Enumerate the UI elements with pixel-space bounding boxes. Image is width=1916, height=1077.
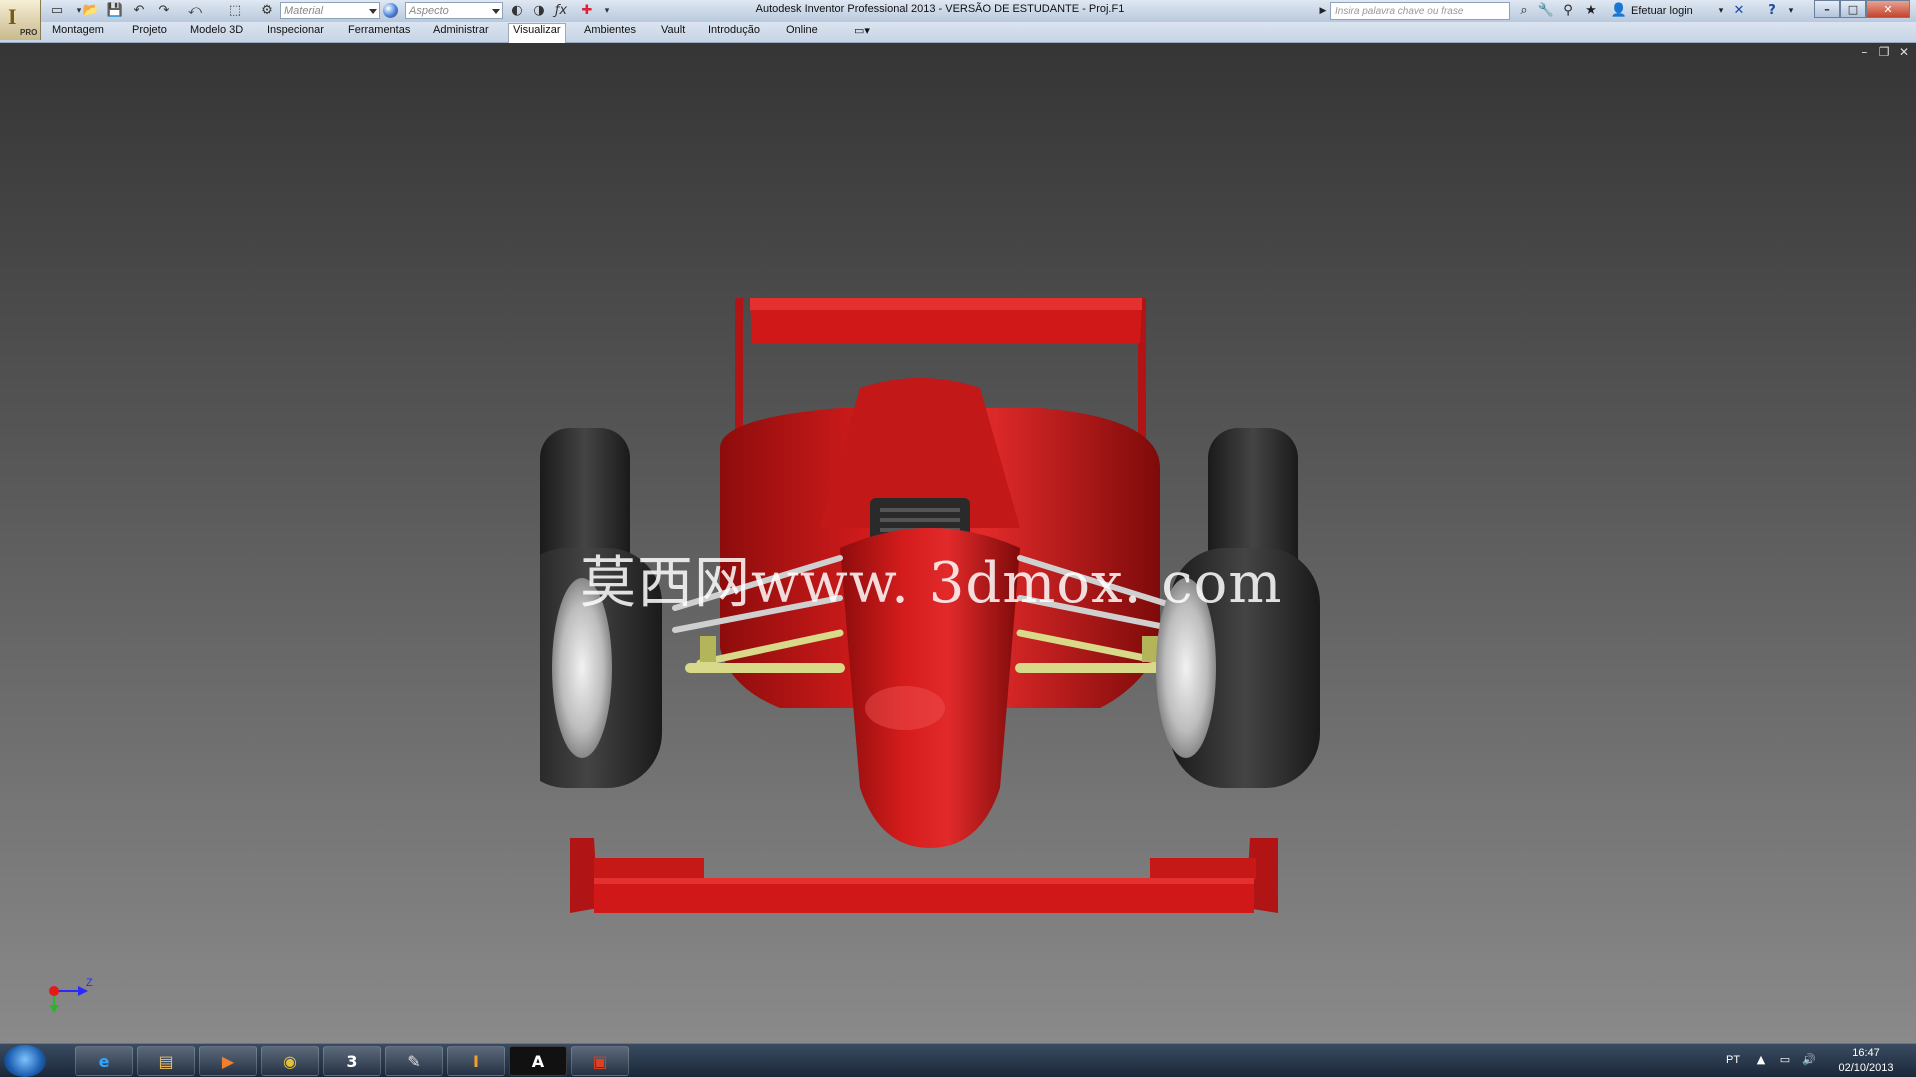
return-icon[interactable]: ⤺: [186, 3, 204, 19]
new-icon[interactable]: ▭: [48, 3, 66, 19]
login-link[interactable]: Efetuar login: [1631, 5, 1693, 17]
material-combo[interactable]: Material: [280, 2, 380, 19]
clock-date[interactable]: 02/10/2013: [1830, 1062, 1902, 1074]
autocad-icon[interactable]: A: [509, 1046, 567, 1076]
clear-appearance-icon[interactable]: ◑: [530, 3, 548, 19]
internet-explorer-icon[interactable]: e: [75, 1046, 133, 1076]
language-indicator[interactable]: PT: [1726, 1054, 1740, 1066]
chevron-down-icon: [369, 9, 377, 14]
start-button[interactable]: [4, 1045, 46, 1077]
material-combo-text: Material: [284, 5, 324, 17]
undo-icon[interactable]: ↶: [130, 3, 148, 19]
tab-visualizar[interactable]: Visualizar: [508, 23, 566, 43]
view-axis-triad-icon: [49, 986, 88, 1013]
chevron-down-icon[interactable]: ▾: [1782, 3, 1800, 19]
search-input[interactable]: [1330, 2, 1510, 20]
doc-close-icon[interactable]: ✕: [1896, 45, 1912, 59]
open-icon[interactable]: 📂: [82, 3, 100, 19]
satellite-icon[interactable]: ⚲: [1559, 3, 1577, 19]
appearance-combo-text: Aspecto: [409, 5, 449, 17]
paint-icon[interactable]: ✎: [385, 1046, 443, 1076]
tab-montagem[interactable]: Montagem: [48, 24, 108, 41]
network-icon[interactable]: ▭: [1778, 1053, 1792, 1067]
ribbon-options-icon[interactable]: ▭▾: [850, 24, 874, 41]
clock-time[interactable]: 16:47: [1836, 1047, 1896, 1059]
media-player-icon[interactable]: ▶: [199, 1046, 257, 1076]
user-icon[interactable]: 👤: [1610, 3, 1628, 19]
inventor-logo-icon: I: [8, 4, 17, 29]
edition-badge: PRO: [20, 28, 38, 37]
ribbon-tab-bar: Montagem Projeto Modelo 3D Inspecionar F…: [0, 22, 1916, 43]
tray-expand-icon[interactable]: ▲: [1754, 1053, 1768, 1067]
file-explorer-icon[interactable]: ▤: [137, 1046, 195, 1076]
doc-restore-icon[interactable]: ❐: [1876, 45, 1892, 59]
maximize-button[interactable]: □: [1840, 0, 1866, 18]
parameters-icon[interactable]: ƒx: [552, 3, 570, 19]
appearance-combo[interactable]: Aspecto: [405, 2, 503, 19]
chevron-down-icon: [492, 9, 500, 14]
help-icon[interactable]: ?: [1763, 3, 1781, 19]
chrome-icon[interactable]: ◉: [261, 1046, 319, 1076]
update-icon[interactable]: ⚙: [258, 3, 276, 19]
tab-projeto[interactable]: Projeto: [128, 24, 171, 41]
watermark-text: 莫西网www. 3dmox. com: [580, 551, 1283, 616]
minimize-button[interactable]: –: [1814, 0, 1840, 18]
chevron-down-icon[interactable]: ▾: [1712, 3, 1730, 19]
inventor-icon[interactable]: I: [447, 1046, 505, 1076]
front-wing: [570, 838, 1278, 913]
3ds-max-icon[interactable]: 3: [323, 1046, 381, 1076]
window-title: Autodesk Inventor Professional 2013 - VE…: [755, 3, 1125, 15]
title-bar: I PRO ▭ ▾ 📂 💾 ↶ ↷ ⤺ ⬚ ⚙ Material Aspecto…: [0, 0, 1916, 40]
redo-icon[interactable]: ↷: [155, 3, 173, 19]
presentation-icon[interactable]: ▣: [571, 1046, 629, 1076]
tab-online[interactable]: Online: [782, 24, 822, 41]
axis-z-label: Z: [86, 977, 93, 989]
application-menu-button[interactable]: I PRO: [0, 0, 41, 40]
binoculars-icon[interactable]: ⌕: [1515, 3, 1533, 19]
document-window-controls: – ❐ ✕: [1856, 45, 1912, 59]
volume-icon[interactable]: 🔊: [1802, 1053, 1816, 1067]
tab-ambientes[interactable]: Ambientes: [580, 24, 640, 41]
exchange-apps-icon[interactable]: ✕: [1730, 3, 1748, 19]
tab-inspecionar[interactable]: Inspecionar: [263, 24, 328, 41]
select-icon[interactable]: ⬚: [226, 3, 244, 19]
add-icon[interactable]: ✚: [578, 3, 596, 19]
measure-icon[interactable]: ◐: [508, 3, 526, 19]
tab-introducao[interactable]: Introdução: [704, 24, 764, 41]
doc-minimize-icon[interactable]: –: [1856, 45, 1872, 59]
tab-ferramentas[interactable]: Ferramentas: [344, 24, 414, 41]
appearance-swatch-icon: [383, 3, 398, 18]
save-icon[interactable]: 💾: [106, 3, 124, 19]
favorites-star-icon[interactable]: ★: [1582, 3, 1600, 19]
graphics-viewport[interactable]: – ❐ ✕ 莫西网www. 3dmox. com Z: [0, 43, 1916, 1043]
windows-taskbar: e ▤ ▶ ◉ 3 ✎ I A ▣ PT ▲ ▭ 🔊 16:47 02/10/2…: [0, 1043, 1916, 1077]
close-button[interactable]: ✕: [1866, 0, 1910, 18]
wrench-icon[interactable]: 🔧: [1537, 3, 1555, 19]
tab-administrar[interactable]: Administrar: [429, 24, 493, 41]
tab-vault[interactable]: Vault: [657, 24, 689, 41]
tab-modelo-3d[interactable]: Modelo 3D: [186, 24, 247, 41]
